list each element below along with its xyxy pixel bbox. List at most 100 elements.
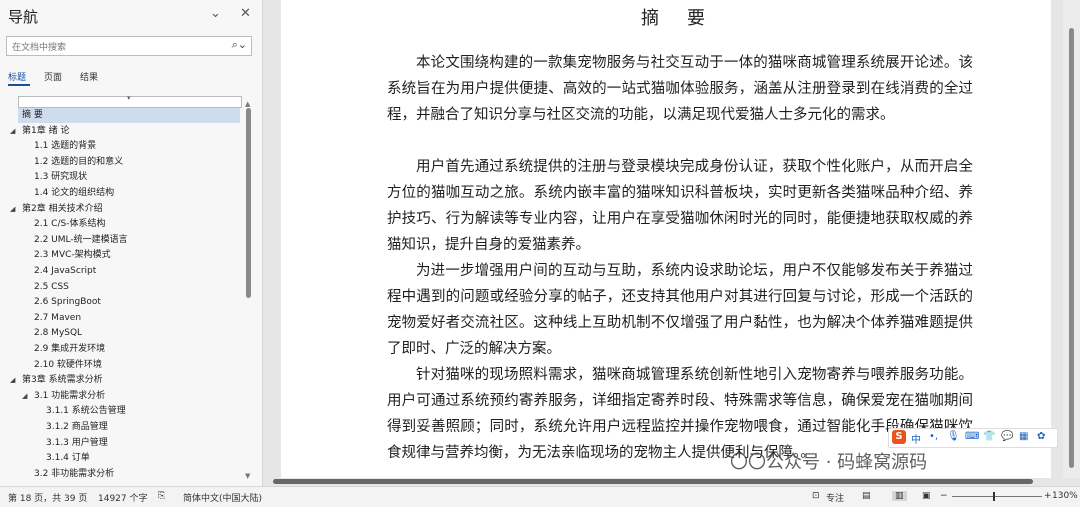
paragraph: 为进一步增强用户间的互动与互助，系统内设求助论坛，用户不仅能够发布关于养猫过程中… xyxy=(387,263,973,357)
collapse-triangle-icon[interactable]: ◢ xyxy=(10,124,15,139)
web-layout-icon[interactable]: ▣ xyxy=(922,491,931,501)
active-tab-indicator xyxy=(8,84,30,86)
zoom-slider[interactable] xyxy=(952,496,1042,497)
watermark: 〇〇公众号 · 码蜂窝源码 xyxy=(730,448,927,474)
tree-item[interactable]: 3.1.2 商品管理 xyxy=(0,420,240,435)
zoom-in-icon[interactable]: + xyxy=(1044,491,1052,501)
horizontal-scrollbar[interactable] xyxy=(263,478,1063,486)
paragraph: 用户首先通过系统提供的注册与登录模块完成身份认证，获取个性化账户，从而开启全方位… xyxy=(387,159,973,253)
scroll-down-icon[interactable]: ▼ xyxy=(245,472,250,480)
heading-tree: ▾ 摘 要 ◢ 第1章 绪 论 1.1 选题的背景 1.2 选题的目的和意义 1.3 研究… xyxy=(0,96,248,480)
tree-item[interactable]: 摘 要 xyxy=(18,108,240,123)
print-layout-icon[interactable]: ▥ xyxy=(892,491,907,501)
nav-scrollbar[interactable] xyxy=(246,108,251,298)
tree-item[interactable]: 1.2 选题的目的和意义 xyxy=(0,155,240,170)
tree-item-label: 第2章 相关技术介绍 xyxy=(22,203,103,214)
collapse-triangle-icon[interactable]: ◢ xyxy=(10,373,15,388)
tree-item[interactable]: 1.3 研究现状 xyxy=(0,170,240,185)
shirt-icon[interactable]: 👕 xyxy=(983,431,995,442)
tree-item[interactable]: ◢ 3.1 功能需求分析 xyxy=(0,389,240,404)
tree-item[interactable]: 1.4 论文的组织结构 xyxy=(0,186,240,201)
tree-item[interactable]: 2.9 集成开发环境 xyxy=(0,342,240,357)
tree-scroll-top[interactable]: ▾ xyxy=(18,96,242,108)
chevron-down-icon[interactable]: ⌄ xyxy=(210,6,221,21)
tree-item-label: 2.7 Maven xyxy=(34,312,82,323)
document-page[interactable]: 摘要 本论文围绕构建的一款集宠物服务与社交互动于一体的猫咪商城管理系统展开论述。… xyxy=(281,0,1051,478)
tree-item-label: 1.1 选题的背景 xyxy=(34,141,97,152)
tree-item[interactable]: 2.5 CSS xyxy=(0,280,240,295)
ime-toolbar[interactable]: S 中 •, 🎙 ⌨ 👕 💬 ▦ ✿ xyxy=(888,428,1058,448)
tree-item-label: 2.9 集成开发环境 xyxy=(34,344,106,354)
focus-icon[interactable]: ⊡ xyxy=(812,491,820,501)
document-area: 摘要 本论文围绕构建的一款集宠物服务与社交互动于一体的猫咪商城管理系统展开论述。… xyxy=(263,0,1063,478)
tab-results[interactable]: 结果 xyxy=(80,70,98,83)
proofing-icon[interactable]: ⎘ xyxy=(158,491,165,501)
collapse-triangle-icon[interactable]: ◢ xyxy=(22,389,27,404)
scroll-thumb[interactable] xyxy=(1069,28,1074,468)
tree-item-label: 摘 要 xyxy=(22,110,43,120)
zoom-level[interactable]: 130% xyxy=(1052,491,1078,501)
tree-item-label: 3.1.1 系统公告管理 xyxy=(46,406,126,417)
punctuation-icon[interactable]: •, xyxy=(929,431,938,442)
language-status[interactable]: 简体中文(中国大陆) xyxy=(183,491,262,504)
tree-item-label: 2.10 软硬件环境 xyxy=(34,359,102,370)
tree-item[interactable]: 2.7 Maven xyxy=(0,311,240,326)
tree-item-label: 1.2 选题的目的和意义 xyxy=(34,156,124,167)
tree-item[interactable]: 1.1 选题的背景 xyxy=(0,139,240,154)
tree-item-label: 2.2 UML-统一建模语言 xyxy=(34,234,128,245)
tree-item[interactable]: 2.1 C/S-体系结构 xyxy=(0,217,240,232)
tree-item[interactable]: ◢ 第1章 绪 论 xyxy=(0,124,240,139)
document-scrollbar[interactable] xyxy=(1063,0,1080,478)
tree-item-label: 2.3 MVC-架构模式 xyxy=(34,250,111,261)
tree-item[interactable]: 2.10 软硬件环境 xyxy=(0,358,240,373)
collapse-triangle-icon[interactable]: ◢ xyxy=(10,202,15,217)
tree-item[interactable]: ◢ 第3章 系统需求分析 xyxy=(0,373,240,388)
focus-mode-button[interactable]: 专注 xyxy=(826,491,844,504)
page-title: 摘要 xyxy=(641,8,733,29)
tree-item-label: 3.1.2 商品管理 xyxy=(46,422,108,432)
read-mode-icon[interactable]: ▤ xyxy=(862,491,871,501)
tree-item[interactable]: 3.1.3 用户管理 xyxy=(0,436,240,451)
hscroll-thumb[interactable] xyxy=(273,479,1033,484)
tree-item[interactable]: 2.2 UML-统一建模语言 xyxy=(0,233,240,248)
tab-headings[interactable]: 标题 xyxy=(8,70,26,83)
word-count[interactable]: 14927 个字 xyxy=(98,491,148,504)
tree-item-label: 3.1.3 用户管理 xyxy=(46,437,108,448)
status-bar: 第 18 页，共 39 页 14927 个字 ⎘ 简体中文(中国大陆) ⊡ 专注… xyxy=(0,486,1080,507)
tree-item-label: 3.1 功能需求分析 xyxy=(34,390,106,401)
tree-item[interactable]: 2.6 SpringBoot xyxy=(0,295,240,310)
tree-item[interactable]: 3.1.1 系统公告管理 xyxy=(0,404,240,419)
tree-item[interactable]: 2.4 JavaScript xyxy=(0,264,240,279)
keyboard-icon[interactable]: ⌨ xyxy=(965,431,979,442)
nav-search-input[interactable]: 在文档中搜索 ⌕⌄ xyxy=(6,36,252,56)
caret-up-icon: ▾ xyxy=(127,96,131,102)
watermark-text: 公众号 · 码蜂窝源码 xyxy=(766,452,928,473)
tree-item[interactable]: ◢ 第2章 相关技术介绍 xyxy=(0,202,240,217)
tree-item-label: 3.1.4 订单 xyxy=(46,453,90,464)
tree-item[interactable]: 2.3 MVC-架构模式 xyxy=(0,248,240,263)
settings-icon[interactable]: ✿ xyxy=(1037,431,1045,442)
nav-pane-title: 导航 xyxy=(8,8,39,26)
zoom-slider-knob[interactable] xyxy=(993,492,995,501)
tree-item[interactable]: 3.1.4 订单 xyxy=(0,451,240,466)
page-count[interactable]: 第 18 页，共 39 页 xyxy=(8,491,87,504)
search-placeholder: 在文档中搜索 xyxy=(12,43,67,53)
ime-mode-label[interactable]: 中 xyxy=(911,431,921,446)
tree-item-label: 2.1 C/S-体系结构 xyxy=(34,219,106,230)
tree-item-label: 2.4 JavaScript xyxy=(34,266,97,276)
grid-icon[interactable]: ▦ xyxy=(1019,431,1028,442)
tree-item[interactable]: 2.8 MySQL xyxy=(0,326,240,341)
tree-item-label: 2.5 CSS xyxy=(34,281,69,292)
tree-item[interactable]: 3.2 非功能需求分析 xyxy=(0,467,240,480)
scroll-up-icon[interactable]: ▲ xyxy=(245,100,250,108)
ime-logo-icon[interactable]: S xyxy=(892,430,906,444)
tree-item-label: 第3章 系统需求分析 xyxy=(22,375,103,386)
tab-pages[interactable]: 页面 xyxy=(44,70,62,83)
microphone-icon[interactable]: 🎙 xyxy=(947,431,960,442)
chat-icon[interactable]: 💬 xyxy=(1001,431,1013,442)
search-icon[interactable]: ⌕⌄ xyxy=(232,38,247,52)
navigation-pane: 导航 ⌄ ✕ 在文档中搜索 ⌕⌄ 标题 页面 结果 ▾ 摘 要 ◢ 第1章 绪 论 1… xyxy=(0,0,263,486)
zoom-out-icon[interactable]: − xyxy=(940,491,948,501)
tree-item-label: 3.2 非功能需求分析 xyxy=(34,468,115,479)
close-icon[interactable]: ✕ xyxy=(240,6,251,21)
